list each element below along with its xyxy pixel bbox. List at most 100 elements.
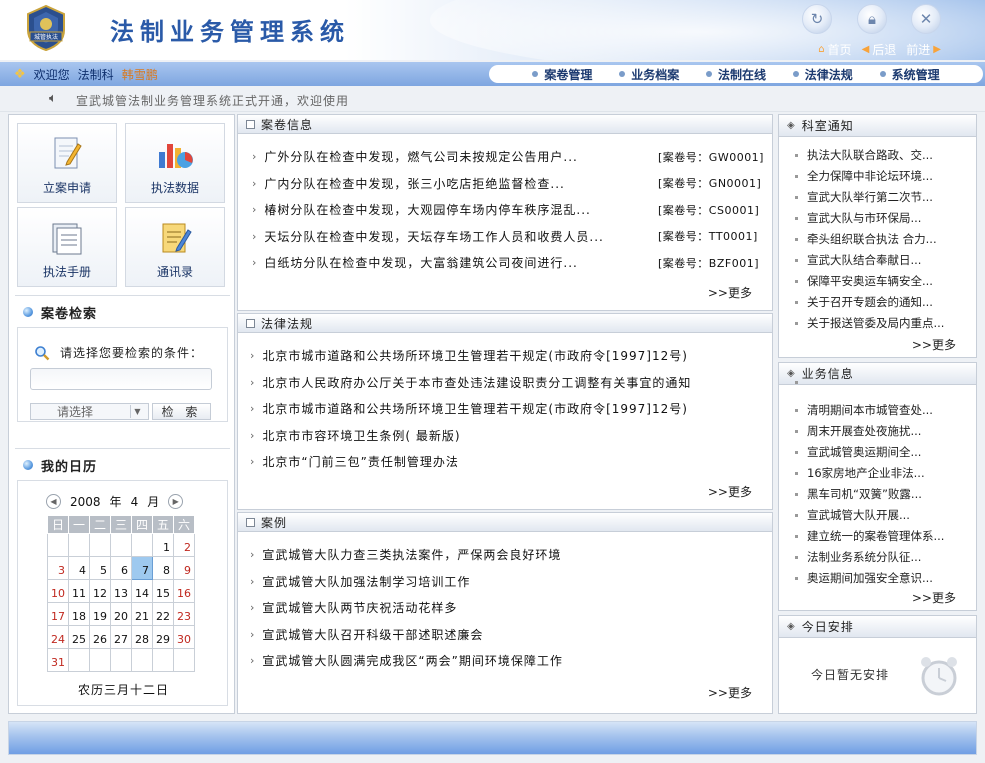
office-notice-item[interactable]: 关于报送管委及局内重点... <box>795 315 944 331</box>
business-info-item[interactable]: 16家房地产企业非法... <box>795 465 925 481</box>
calendar-day[interactable]: 17 <box>47 602 69 626</box>
business-info-item[interactable] <box>795 381 807 384</box>
business-info-item[interactable]: 清明期间本市城管查处... <box>795 402 933 418</box>
law-item-text: 北京市人民政府办公厅关于本市查处违法建设职责分工调整有关事宜的通知 <box>262 375 692 390</box>
office-notice-item[interactable]: 执法大队联合路政、交... <box>795 147 933 163</box>
example-item[interactable]: › 宣武城管大队圆满完成我区“两会”期间环境保障工作 <box>250 652 563 669</box>
laws-more-link[interactable]: >>更多 <box>708 483 752 500</box>
calendar-day[interactable]: 24 <box>47 625 69 649</box>
business-info-item[interactable]: 周末开展查处夜施扰... <box>795 423 921 439</box>
diamond-icon: ◈ <box>787 368 796 379</box>
calendar-day[interactable]: 20 <box>110 602 132 626</box>
case-item[interactable]: › 广内分队在检查中发现，张三小吃店拒绝监督检查... [案卷号：GN0001] <box>252 175 761 192</box>
law-item[interactable]: › 北京市人民政府办公厅关于本市查处违法建设职责分工调整有关事宜的通知 <box>250 374 691 391</box>
example-item[interactable]: › 宣武城管大队两节庆祝活动花样多 <box>250 599 457 616</box>
example-item[interactable]: › 宣武城管大队召开科级干部述职述廉会 <box>250 626 483 643</box>
bullet-icon <box>795 174 798 178</box>
menu-item-case-management[interactable]: 案卷管理 <box>532 66 592 83</box>
office-notice-item[interactable]: 牵头组织联合执法 合力... <box>795 231 937 247</box>
close-icon[interactable]: ✕ <box>911 4 941 34</box>
calendar-day[interactable]: 27 <box>110 625 132 649</box>
calendar-day[interactable]: 2 <box>173 533 195 557</box>
case-item[interactable]: › 广外分队在检查中发现，燃气公司未按规定公告用户... [案卷号：GW0001] <box>252 148 763 165</box>
back-link[interactable]: ◀ 后退 <box>862 41 897 58</box>
case-more-link[interactable]: >>更多 <box>708 284 752 301</box>
example-item[interactable]: › 宣武城管大队力查三类执法案件，严保两会良好环境 <box>250 546 561 563</box>
calendar-day[interactable]: 26 <box>89 625 111 649</box>
search-button[interactable]: 检 索 <box>152 403 211 420</box>
calendar-day[interactable]: 18 <box>68 602 90 626</box>
business-info-item[interactable]: 宣武城管大队开展... <box>795 507 910 523</box>
law-item[interactable]: › 北京市城市道路和公共场所环境卫生管理若干规定(市政府令[1997]12号) <box>250 400 688 417</box>
business-info-item[interactable]: 宣武城管奥运期间全... <box>795 444 921 460</box>
calendar-weekdays: 日一二三四五六 <box>47 515 195 534</box>
menu-item-system-management[interactable]: 系统管理 <box>879 66 940 83</box>
calendar-day[interactable]: 22 <box>152 602 174 626</box>
calendar-day[interactable]: 30 <box>173 625 195 649</box>
prev-month-button[interactable]: ◀ <box>46 494 61 509</box>
calendar-day[interactable]: 7 <box>131 556 153 580</box>
calendar-day[interactable]: 31 <box>47 648 69 672</box>
office-notice-item[interactable]: 全力保障中非论坛环境... <box>795 168 933 184</box>
office-notice-item[interactable]: 保障平安奥运车辆安全... <box>795 273 933 289</box>
calendar-day[interactable]: 19 <box>89 602 111 626</box>
examples-more-link[interactable]: >>更多 <box>708 684 752 701</box>
calendar-day[interactable]: 1 <box>152 533 174 557</box>
enforcement-data-button[interactable]: 执法数据 <box>125 123 225 203</box>
forward-link[interactable]: 前进 ▶ <box>906 41 941 58</box>
calendar-day[interactable]: 3 <box>47 556 69 580</box>
calendar-day[interactable]: 8 <box>152 556 174 580</box>
office-notice-item[interactable]: 关于召开专题会的通知... <box>795 294 933 310</box>
calendar-day[interactable]: 9 <box>173 556 195 580</box>
office-notice-item-text: 全力保障中非论坛环境... <box>807 169 933 183</box>
business-info-more-link[interactable]: >>更多 <box>912 589 956 606</box>
menu-item-laws[interactable]: 法律法规 <box>792 66 853 83</box>
bullet-icon <box>795 381 798 384</box>
calendar-day[interactable]: 28 <box>131 625 153 649</box>
calendar-day[interactable]: 6 <box>110 556 132 580</box>
calendar-day[interactable]: 10 <box>47 579 69 603</box>
calendar-day[interactable]: 15 <box>152 579 174 603</box>
calendar-day[interactable]: 25 <box>68 625 90 649</box>
calendar-day[interactable]: 23 <box>173 602 195 626</box>
calendar-day[interactable]: 4 <box>68 556 90 580</box>
enforcement-manual-button[interactable]: 执法手册 <box>17 207 117 287</box>
office-notice-more-link[interactable]: >>更多 <box>912 336 956 353</box>
refresh-icon[interactable]: ↻ <box>802 4 832 34</box>
next-month-button[interactable]: ▶ <box>168 494 184 509</box>
example-item[interactable]: › 宣武城管大队加强法制学习培训工作 <box>250 573 470 590</box>
law-item[interactable]: › 北京市“门前三包”责任制管理办法 <box>250 453 459 470</box>
calendar-day[interactable]: 5 <box>89 556 111 580</box>
business-info-item[interactable]: 黑车司机“双簧”败露... <box>795 486 922 502</box>
today-schedule-header: ◈ 今日安排 <box>779 616 976 638</box>
search-condition-select[interactable]: 请选择 ▼ <box>30 403 149 420</box>
calendar-day[interactable]: 16 <box>173 579 195 603</box>
menu-item-business-archive[interactable]: 业务档案 <box>619 66 679 83</box>
chevron-right-icon: › <box>250 375 256 389</box>
case-item[interactable]: › 天坛分队在检查中发现，天坛存车场工作人员和收费人员... [案卷号：TT0001… <box>252 228 757 245</box>
search-input[interactable] <box>30 368 212 390</box>
home-link[interactable]: ⌂ 首页 <box>818 41 851 58</box>
calendar-day[interactable]: 29 <box>152 625 174 649</box>
contacts-button[interactable]: 通讯录 <box>125 207 225 287</box>
calendar-day[interactable]: 21 <box>131 602 153 626</box>
lock-icon[interactable]: 🔒︎ <box>857 4 887 34</box>
case-apply-button[interactable]: 立案申请 <box>17 123 117 203</box>
calendar-day[interactable]: 13 <box>110 579 132 603</box>
business-info-item[interactable]: 奥运期间加强安全意识... <box>795 570 933 586</box>
office-notice-item[interactable]: 宣武大队举行第二次节... <box>795 189 933 205</box>
calendar-day[interactable]: 14 <box>131 579 153 603</box>
office-notice-item[interactable]: 宣武大队与市环保局... <box>795 210 921 226</box>
business-info-item[interactable]: 建立统一的案卷管理体系... <box>795 528 944 544</box>
law-item[interactable]: › 北京市市容环境卫生条例( 最新版) <box>250 427 461 444</box>
office-notice-item-text: 保障平安奥运车辆安全... <box>807 274 933 288</box>
calendar-day[interactable]: 11 <box>68 579 90 603</box>
bullet-icon <box>795 429 798 433</box>
case-item[interactable]: › 白纸坊分队在检查中发现，大富翁建筑公司夜间进行... [案卷号：BZF001] <box>252 254 759 271</box>
law-item[interactable]: › 北京市城市道路和公共场所环境卫生管理若干规定(市政府令[1997]12号) <box>250 347 688 364</box>
case-item[interactable]: › 椿树分队在检查中发现，大观园停车场内停车秩序混乱... [案卷号：CS0001] <box>252 201 759 218</box>
business-info-item[interactable]: 法制业务系统分队征... <box>795 549 921 565</box>
menu-item-legal-online[interactable]: 法制在线 <box>705 66 766 83</box>
office-notice-item[interactable]: 宣武大队结合奉献日... <box>795 252 921 268</box>
calendar-day[interactable]: 12 <box>89 579 111 603</box>
